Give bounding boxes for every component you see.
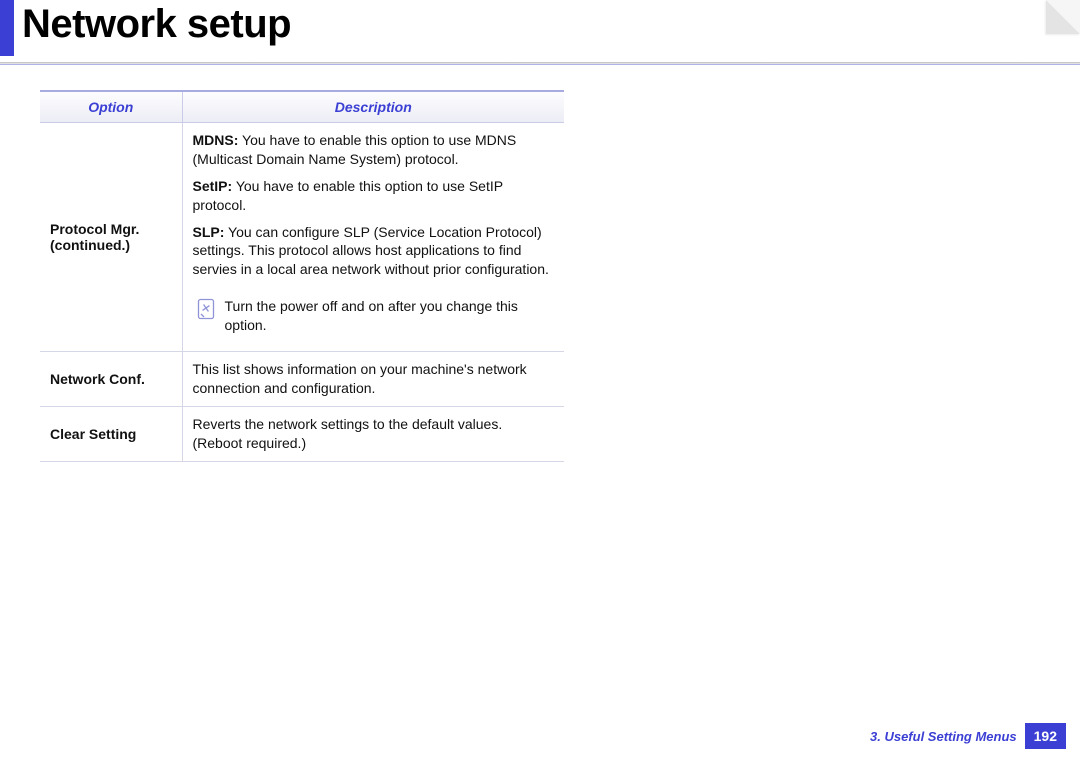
desc-paragraph: SetIP: You have to enable this option to… bbox=[193, 177, 555, 215]
slp-text: You can configure SLP (Service Location … bbox=[193, 224, 549, 278]
page-title: Network setup bbox=[22, 0, 291, 44]
desc-paragraph: MDNS: You have to enable this option to … bbox=[193, 131, 555, 169]
description-cell: MDNS: You have to enable this option to … bbox=[182, 123, 564, 352]
setip-text: You have to enable this option to use Se… bbox=[193, 178, 503, 213]
column-header-description: Description bbox=[182, 91, 564, 123]
option-cell: Network Conf. bbox=[40, 352, 182, 407]
table-row-network-conf: Network Conf. This list shows informatio… bbox=[40, 352, 564, 407]
option-cell: Protocol Mgr. (continued.) bbox=[40, 123, 182, 352]
mdns-label: MDNS: bbox=[193, 132, 239, 148]
note-icon bbox=[197, 298, 215, 320]
note-block: Turn the power off and on after you chan… bbox=[193, 297, 555, 335]
header-accent-bar bbox=[0, 0, 14, 56]
description-cell: This list shows information on your mach… bbox=[182, 352, 564, 407]
footer-page-number: 192 bbox=[1025, 723, 1066, 749]
description-cell: Reverts the network settings to the defa… bbox=[182, 406, 564, 461]
desc-paragraph: SLP: You can configure SLP (Service Loca… bbox=[193, 223, 555, 280]
options-table: Option Description Protocol Mgr. (contin… bbox=[40, 90, 564, 462]
setip-label: SetIP: bbox=[193, 178, 233, 194]
option-cell: Clear Setting bbox=[40, 406, 182, 461]
page-header: Network setup bbox=[0, 0, 1080, 56]
table-row-clear-setting: Clear Setting Reverts the network settin… bbox=[40, 406, 564, 461]
table-row-protocol-mgr: Protocol Mgr. (continued.) MDNS: You hav… bbox=[40, 123, 564, 352]
content-area: Option Description Protocol Mgr. (contin… bbox=[0, 65, 1080, 462]
page-footer: 3. Useful Setting Menus 192 bbox=[870, 723, 1066, 749]
slp-label: SLP: bbox=[193, 224, 225, 240]
footer-section-label: 3. Useful Setting Menus bbox=[870, 729, 1017, 744]
note-text: Turn the power off and on after you chan… bbox=[225, 297, 555, 335]
column-header-option: Option bbox=[40, 91, 182, 123]
page-corner-fold-icon bbox=[1046, 0, 1080, 34]
mdns-text: You have to enable this option to use MD… bbox=[193, 132, 517, 167]
